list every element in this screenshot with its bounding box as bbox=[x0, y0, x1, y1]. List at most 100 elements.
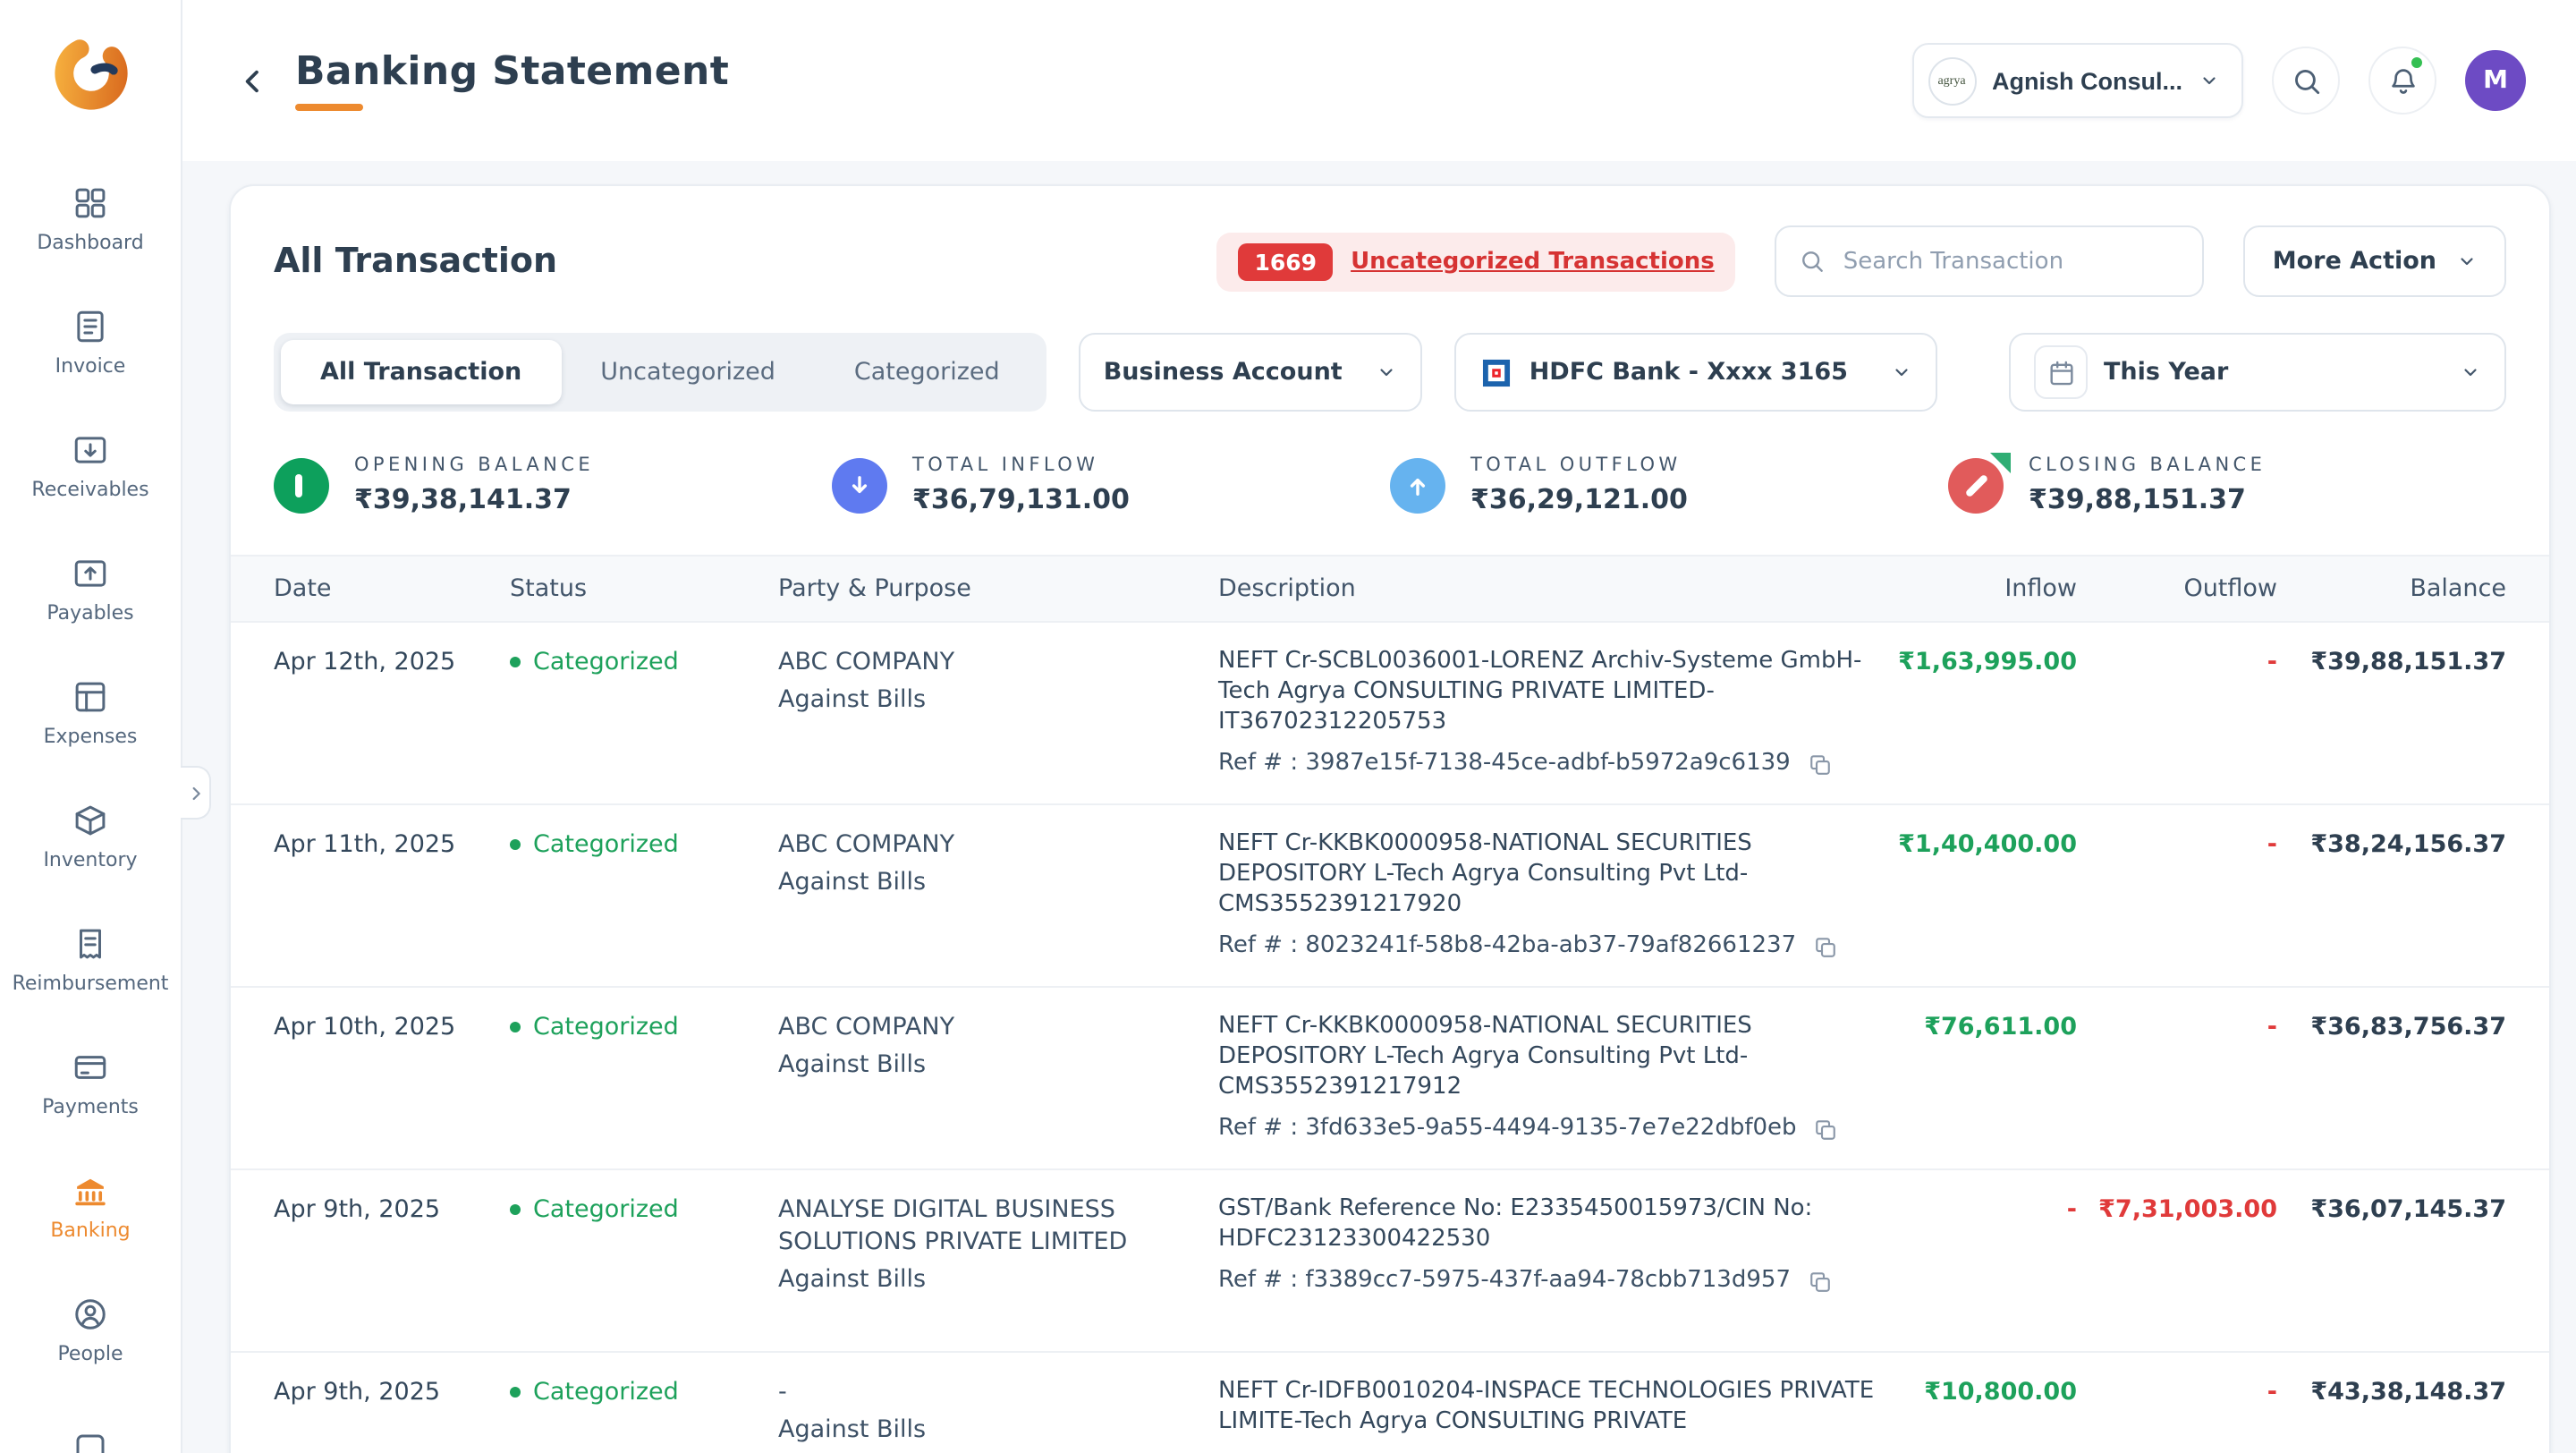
cell-date: Apr 9th, 2025 bbox=[274, 1376, 510, 1453]
partial-icon bbox=[72, 1430, 109, 1453]
sidebar-item-label: Invoice bbox=[55, 356, 126, 378]
chevron-down-icon bbox=[2460, 361, 2481, 383]
chevron-down-icon bbox=[1891, 361, 1912, 383]
sidebar-item-expenses[interactable]: Expenses bbox=[0, 657, 181, 769]
cell-party-purpose: - Against Bills bbox=[778, 1376, 1218, 1453]
cell-outflow: - bbox=[2077, 1376, 2277, 1453]
back-button[interactable] bbox=[229, 56, 277, 105]
tab-uncategorized[interactable]: Uncategorized bbox=[561, 340, 815, 404]
hdfc-bank-icon bbox=[1479, 355, 1513, 389]
description-text: GST/Bank Reference No: E2335450015973/CI… bbox=[1218, 1194, 1884, 1254]
party-name: - bbox=[778, 1376, 1175, 1408]
sidebar-item-label: People bbox=[57, 1344, 123, 1365]
cell-outflow: ₹7,31,003.00 bbox=[2077, 1194, 2277, 1328]
purpose: Against Bills bbox=[778, 1049, 1218, 1081]
tab-categorized[interactable]: Categorized bbox=[815, 340, 1039, 404]
status-dot bbox=[510, 1204, 521, 1215]
status-label: Categorized bbox=[533, 1376, 679, 1408]
cell-date: Apr 9th, 2025 bbox=[274, 1194, 510, 1328]
sidebar-item-invoice[interactable]: Invoice bbox=[0, 286, 181, 399]
search-transaction-input[interactable] bbox=[1843, 248, 2182, 275]
notifications-button[interactable] bbox=[2368, 47, 2436, 115]
more-action-button[interactable]: More Action bbox=[2244, 225, 2506, 297]
cell-inflow: ₹10,800.00 bbox=[1891, 1376, 2077, 1453]
cell-balance: ₹38,24,156.37 bbox=[2277, 828, 2506, 963]
table-row[interactable]: Apr 9th, 2025 Categorized - Against Bill… bbox=[231, 1353, 2549, 1453]
topbar-right: agrya Agnish Consul... bbox=[1911, 43, 2526, 118]
outflow-icon bbox=[1390, 457, 1445, 513]
cell-outflow: - bbox=[2077, 1011, 2277, 1145]
summary-value: ₹36,79,131.00 bbox=[912, 483, 1130, 515]
uncategorized-transactions-link[interactable]: Uncategorized Transactions bbox=[1351, 248, 1715, 275]
sidebar-expand-button[interactable] bbox=[181, 766, 211, 820]
sidebar-item-dashboard[interactable]: Dashboard bbox=[0, 163, 181, 276]
column-header-balance: Balance bbox=[2277, 574, 2506, 603]
copy-icon bbox=[1812, 933, 1839, 960]
sidebar-item-receivables[interactable]: Receivables bbox=[0, 410, 181, 523]
sidebar-item-partial[interactable] bbox=[0, 1398, 181, 1453]
table-row[interactable]: Apr 12th, 2025 Categorized ABC COMPANY A… bbox=[231, 623, 2549, 805]
purpose: Against Bills bbox=[778, 866, 1218, 898]
column-header-outflow: Outflow bbox=[2077, 574, 2277, 603]
sidebar-item-reimbursement[interactable]: Reimbursement bbox=[0, 904, 181, 1016]
inventory-icon bbox=[72, 802, 109, 839]
table-row[interactable]: Apr 9th, 2025 Categorized ANALYSE DIGITA… bbox=[231, 1170, 2549, 1353]
sidebar-nav: Dashboard Invoice Receivables Payables E… bbox=[0, 152, 181, 1453]
sidebar-item-banking[interactable]: Banking bbox=[0, 1151, 181, 1263]
sidebar-item-label: Payments bbox=[42, 1097, 139, 1118]
summary-value: ₹39,88,151.37 bbox=[2029, 483, 2266, 515]
cell-party-purpose: ABC COMPANY Against Bills bbox=[778, 828, 1218, 963]
sidebar-item-payables[interactable]: Payables bbox=[0, 533, 181, 646]
invoice-icon bbox=[72, 308, 109, 345]
party-name: ABC COMPANY bbox=[778, 646, 1175, 678]
card-header: All Transaction 1669 Uncategorized Trans… bbox=[274, 225, 2506, 297]
payments-icon bbox=[72, 1049, 109, 1086]
transaction-tabs: All Transaction Uncategorized Categorize… bbox=[274, 333, 1046, 412]
description-text: NEFT Cr-KKBK0000958-NATIONAL SECURITIES … bbox=[1218, 828, 1884, 920]
summary-label: TOTAL OUTFLOW bbox=[1470, 455, 1688, 476]
topbar: Banking Statement agrya Agnish Consul... bbox=[182, 0, 2576, 161]
search-button[interactable] bbox=[2272, 47, 2340, 115]
cell-status: Categorized bbox=[510, 1194, 778, 1328]
cell-description: NEFT Cr-IDFB0010204-INSPACE TECHNOLOGIES… bbox=[1218, 1376, 1891, 1453]
reference-line: Ref # : 8023241f-58b8-42ba-ab37-79af8266… bbox=[1218, 930, 1891, 963]
page-title: Banking Statement bbox=[295, 50, 729, 95]
status-dot bbox=[510, 839, 521, 850]
tab-all-transaction[interactable]: All Transaction bbox=[281, 340, 561, 404]
transactions-card: All Transaction 1669 Uncategorized Trans… bbox=[229, 184, 2551, 1453]
account-type-select[interactable]: Business Account bbox=[1079, 333, 1422, 412]
sidebar-item-payments[interactable]: Payments bbox=[0, 1027, 181, 1140]
cell-status: Categorized bbox=[510, 828, 778, 963]
copy-ref-button[interactable] bbox=[1813, 1116, 1840, 1143]
copy-ref-button[interactable] bbox=[1812, 933, 1839, 960]
period-select[interactable]: This Year bbox=[2009, 333, 2506, 412]
main-area: Banking Statement agrya Agnish Consul... bbox=[182, 0, 2576, 1453]
title-wrap: Banking Statement bbox=[295, 50, 729, 111]
user-avatar[interactable]: M bbox=[2465, 50, 2526, 111]
transactions-table: Date Status Party & Purpose Description … bbox=[231, 555, 2549, 1453]
sidebar-item-inventory[interactable]: Inventory bbox=[0, 780, 181, 893]
card-heading: All Transaction bbox=[274, 242, 557, 281]
status-label: Categorized bbox=[533, 1011, 679, 1043]
app-logo bbox=[46, 29, 135, 118]
copy-ref-button[interactable] bbox=[1807, 751, 1834, 777]
sidebar-item-people[interactable]: People bbox=[0, 1274, 181, 1387]
column-header-inflow: Inflow bbox=[1891, 574, 2077, 603]
cell-description: NEFT Cr-SCBL0036001-LORENZ Archiv-System… bbox=[1218, 646, 1891, 780]
cell-balance: ₹39,88,151.37 bbox=[2277, 646, 2506, 780]
table-row[interactable]: Apr 11th, 2025 Categorized ABC COMPANY A… bbox=[231, 805, 2549, 988]
sidebar-item-label: Receivables bbox=[31, 480, 148, 501]
party-name: ABC COMPANY bbox=[778, 1011, 1175, 1043]
cell-inflow: ₹1,63,995.00 bbox=[1891, 646, 2077, 780]
sidebar-item-label: Inventory bbox=[43, 850, 137, 871]
bank-select[interactable]: HDFC Bank - Xxxx 3165 bbox=[1454, 333, 1937, 412]
reference-text: Ref # : f3389cc7-5975-437f-aa94-78cbb713… bbox=[1218, 1265, 1791, 1297]
table-row[interactable]: Apr 10th, 2025 Categorized ABC COMPANY A… bbox=[231, 988, 2549, 1170]
copy-ref-button[interactable] bbox=[1807, 1268, 1834, 1295]
cell-balance: ₹43,38,148.37 bbox=[2277, 1376, 2506, 1453]
sidebar-item-label: Reimbursement bbox=[13, 973, 169, 995]
cell-outflow: - bbox=[2077, 828, 2277, 963]
reference-line: Ref # : 3fd633e5-9a55-4494-9135-7e7e22db… bbox=[1218, 1113, 1891, 1145]
company-selector[interactable]: agrya Agnish Consul... bbox=[1911, 43, 2243, 118]
column-header-description: Description bbox=[1218, 574, 1891, 603]
